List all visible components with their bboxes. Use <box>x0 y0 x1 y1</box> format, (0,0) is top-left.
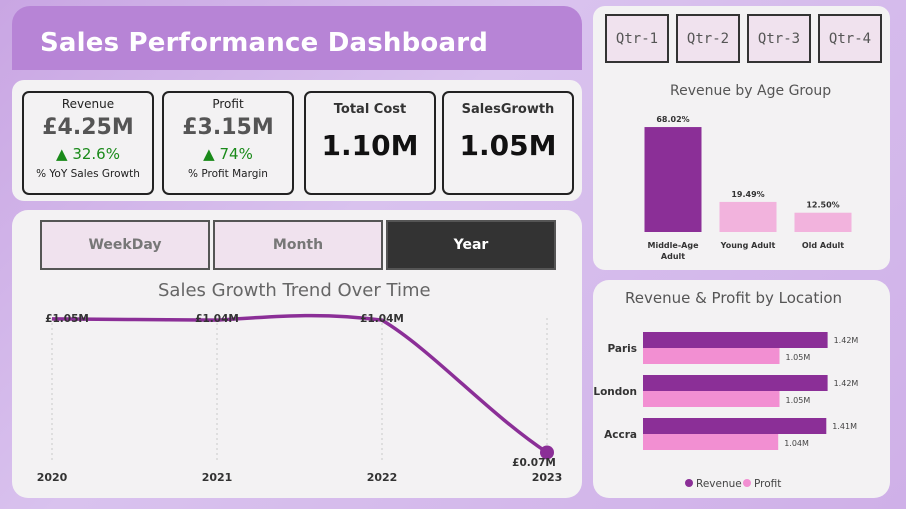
revenue-bar <box>643 418 827 434</box>
age-bar <box>794 212 852 232</box>
bar-data-label: 68.02% <box>656 115 689 124</box>
qtr-1-button[interactable]: Qtr-1 <box>605 14 669 63</box>
bar-data-label: 1.41M <box>832 422 857 431</box>
kpi-card-profit: Profit £3.15M ▲ 74% % Profit Margin <box>162 91 294 195</box>
legend-swatch-revenue <box>685 479 693 487</box>
kpi-value: £3.15M <box>182 115 274 140</box>
bar-data-label: 19.49% <box>731 190 764 199</box>
title-bar: Sales Performance Dashboard <box>12 6 582 70</box>
data-label: £0.07M <box>512 457 556 469</box>
age-bar <box>644 127 702 232</box>
x-tick-label: 2020 <box>37 471 68 484</box>
kpi-label: SalesGrowth <box>461 102 555 117</box>
x-tick-label: 2023 <box>532 471 563 484</box>
bar-data-label: 1.42M <box>834 336 859 345</box>
kpi-card-total-cost: Total Cost 1.10M <box>304 91 436 195</box>
location-chart-title: Revenue & Profit by Location <box>625 289 843 307</box>
kpi-card-sales-growth: SalesGrowth 1.05M <box>442 91 574 195</box>
kpi-delta: ▲ 74% <box>203 145 253 163</box>
slicer-weekday-button[interactable]: WeekDay <box>40 220 210 270</box>
location-bar-chart: Paris 1.42M 1.05M London 1.42M 1.05M Accra 1.41… <box>593 332 859 490</box>
x-tick-label: Middle-Age Adult <box>648 241 700 261</box>
age-bar-chart: 68.02% 19.49% 12.50% Middle-Age Adult Young A… <box>644 115 852 261</box>
bar-data-label: 12.50% <box>806 201 839 210</box>
profit-bar <box>643 348 780 364</box>
bar-data-label: 1.04M <box>784 439 809 448</box>
legend-label: Profit <box>754 478 781 490</box>
y-tick-label: London <box>593 386 637 398</box>
x-tick-label: Old Adult <box>802 241 844 250</box>
age-chart-title: Revenue by Age Group <box>670 83 832 99</box>
revenue-bar <box>643 375 828 391</box>
data-label: £1.05M <box>45 313 89 325</box>
slicer-year-button[interactable]: Year <box>386 220 556 270</box>
revenue-bar <box>643 332 828 348</box>
kpi-card-revenue: Revenue £4.25M ▲ 32.6% % YoY Sales Growt… <box>22 91 154 195</box>
kpi-value: 1.05M <box>459 129 557 162</box>
kpi-label: Revenue <box>61 97 115 111</box>
kpi-label: Profit <box>212 97 244 111</box>
data-label: £1.04M <box>360 313 404 325</box>
x-tick-label: 2022 <box>367 471 398 484</box>
kpi-value: 1.10M <box>321 129 419 162</box>
bar-data-label: 1.05M <box>786 396 811 405</box>
qtr-4-button[interactable]: Qtr-4 <box>818 14 882 63</box>
data-label: £1.04M <box>195 313 239 325</box>
kpi-subtitle: % Profit Margin <box>188 168 268 180</box>
slicer-month-button[interactable]: Month <box>213 220 383 270</box>
qtr-2-button[interactable]: Qtr-2 <box>676 14 740 63</box>
y-tick-label: Accra <box>604 429 637 441</box>
legend-swatch-profit <box>743 479 751 487</box>
legend-label: Revenue <box>696 478 742 490</box>
kpi-value: £4.25M <box>42 115 134 140</box>
x-tick-label: Young Adult <box>720 241 776 250</box>
profit-bar <box>643 434 779 450</box>
kpi-subtitle: % YoY Sales Growth <box>36 168 140 180</box>
bar-data-label: 1.42M <box>834 379 859 388</box>
y-tick-label: Paris <box>607 343 637 355</box>
profit-bar <box>643 391 780 407</box>
x-tick-label: 2021 <box>202 471 233 484</box>
line-chart: £1.05M £1.04M £1.04M £0.07M 2020 2021 2022 2023 <box>37 313 563 484</box>
kpi-delta: ▲ 32.6% <box>56 145 120 163</box>
kpi-label: Total Cost <box>333 102 407 117</box>
bar-data-label: 1.05M <box>786 353 811 362</box>
line-chart-title: Sales Growth Trend Over Time <box>158 280 431 301</box>
trend-line <box>51 313 548 454</box>
page-title: Sales Performance Dashboard <box>40 28 489 58</box>
age-bar <box>719 201 777 232</box>
qtr-3-button[interactable]: Qtr-3 <box>747 14 811 63</box>
